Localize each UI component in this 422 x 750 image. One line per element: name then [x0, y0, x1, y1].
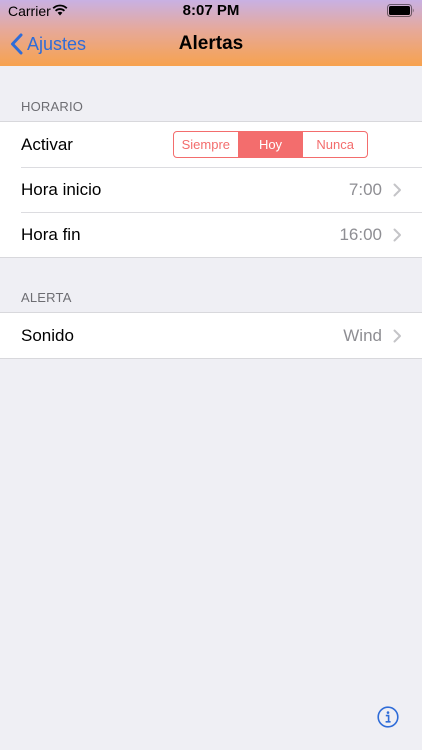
- info-icon[interactable]: [377, 706, 399, 728]
- status-time: 8:07 PM: [182, 2, 240, 19]
- sound-row[interactable]: Sonido Wind: [0, 313, 422, 358]
- chevron-right-icon: [393, 183, 401, 197]
- start-time-value: 7:00: [348, 180, 382, 199]
- activate-row: Activar Siempre Hoy Nunca: [0, 122, 422, 167]
- start-time-row[interactable]: Hora inicio 7:00: [0, 167, 422, 212]
- section-header-alert: ALERTA: [21, 290, 72, 305]
- end-time-value: 16:00: [339, 225, 382, 244]
- chevron-right-icon: [393, 228, 401, 242]
- segment-never[interactable]: Nunca: [302, 132, 367, 157]
- start-time-label: Hora inicio: [21, 179, 102, 199]
- activate-label: Activar: [21, 134, 73, 154]
- segment-always[interactable]: Siempre: [174, 132, 238, 157]
- navigation-bar: Ajustes Alertas: [0, 22, 422, 66]
- segment-today[interactable]: Hoy: [237, 132, 303, 157]
- sound-label: Sonido: [21, 325, 74, 345]
- end-time-row[interactable]: Hora fin 16:00: [0, 212, 422, 257]
- sound-value: Wind: [343, 326, 382, 345]
- page-title: Alertas: [178, 33, 244, 54]
- activate-segmented-control[interactable]: Siempre Hoy Nunca: [173, 131, 368, 158]
- end-time-label: Hora fin: [21, 224, 81, 244]
- status-bar: Carrier 8:07 PM: [0, 0, 422, 22]
- schedule-group: Activar Siempre Hoy Nunca Hora inicio 7:…: [0, 121, 422, 258]
- chevron-right-icon: [393, 329, 401, 343]
- section-header-schedule: HORARIO: [21, 99, 84, 114]
- alert-group: Sonido Wind: [0, 312, 422, 359]
- battery-icon: [387, 4, 414, 17]
